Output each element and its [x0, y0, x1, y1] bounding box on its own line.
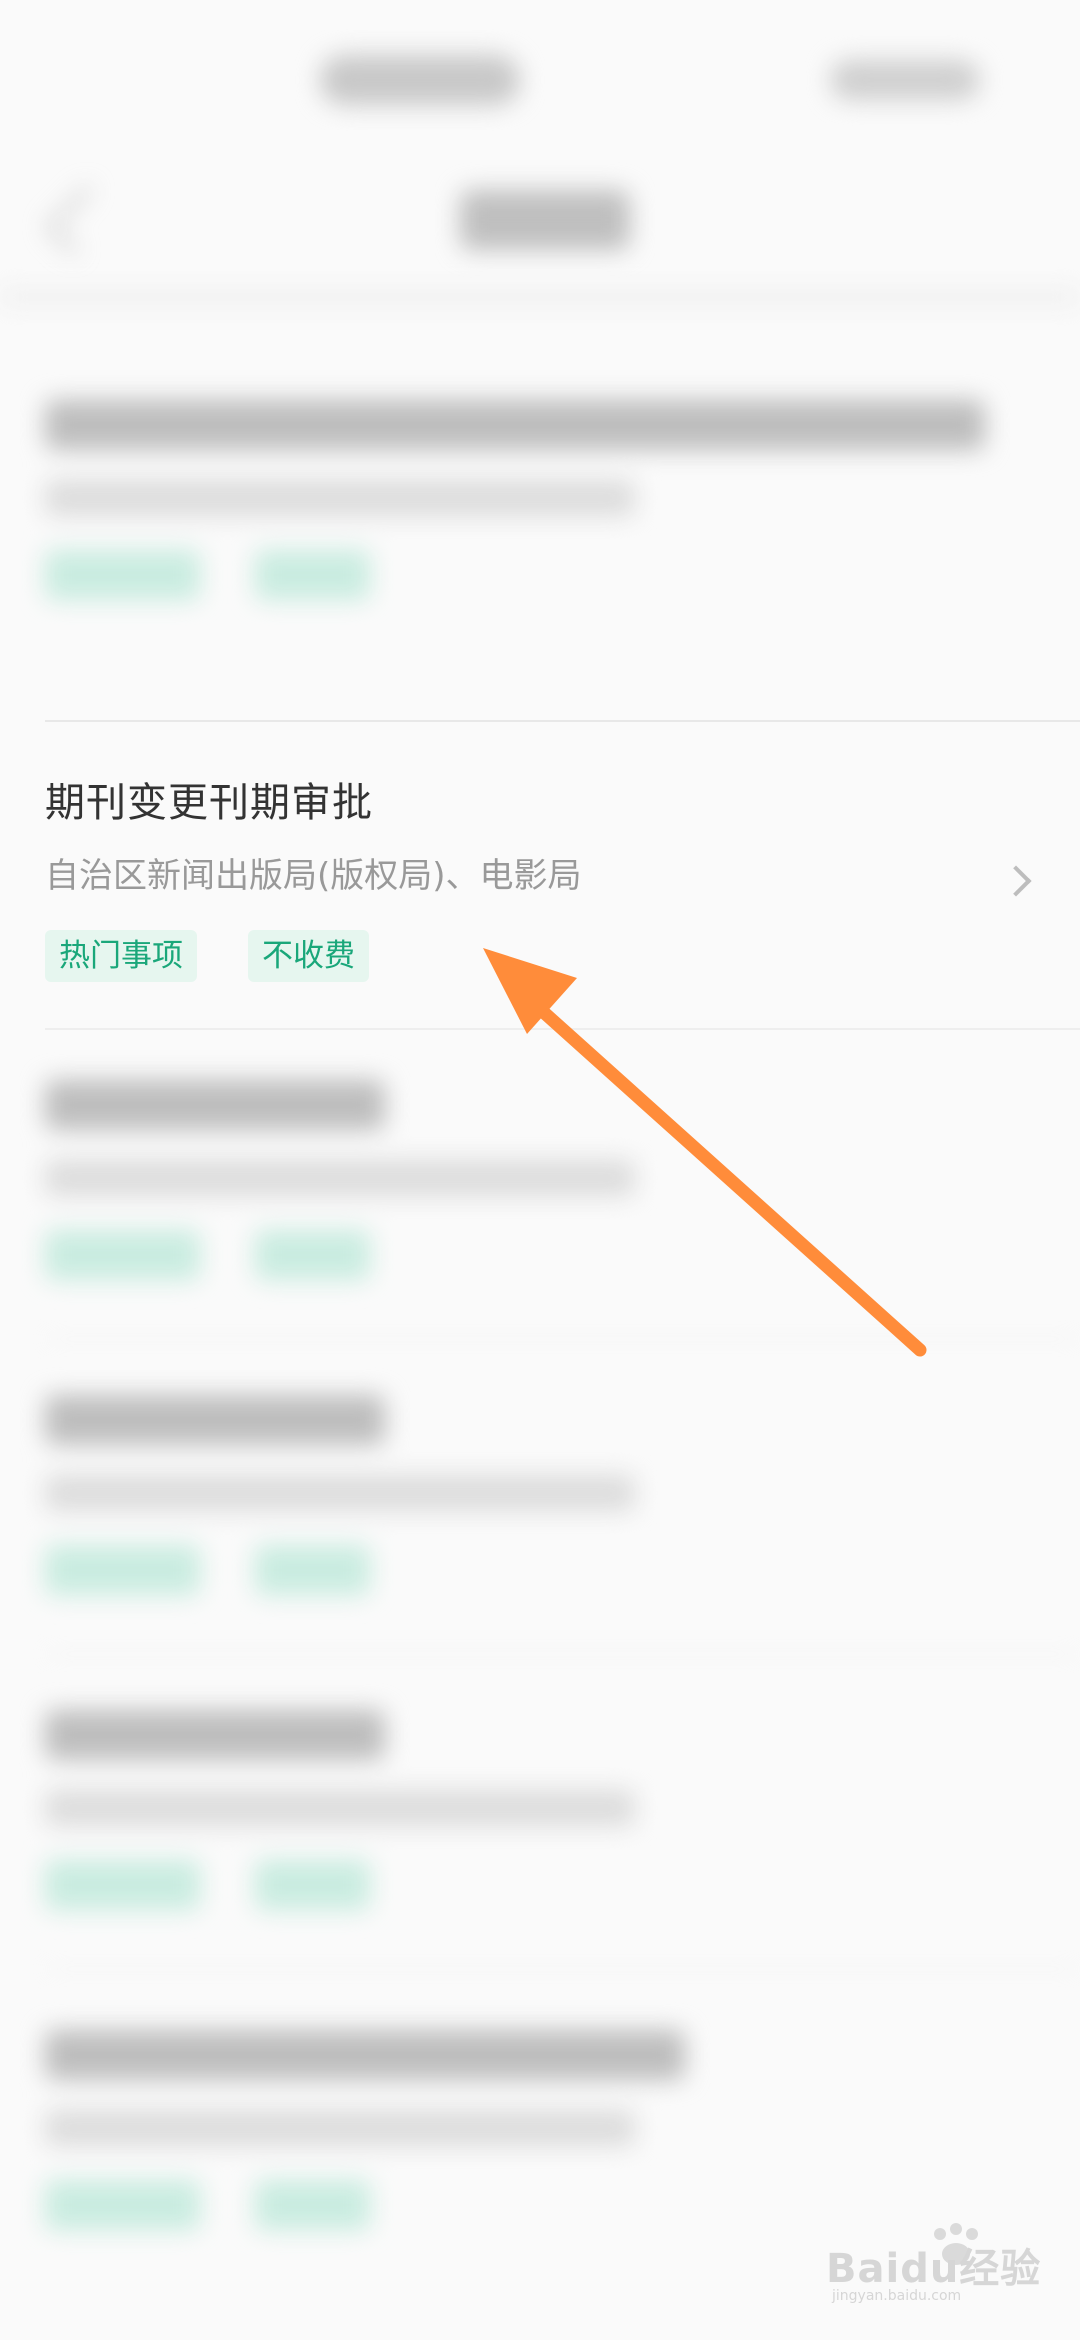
- divider: [45, 1338, 1080, 1340]
- list-item-title: [45, 400, 985, 450]
- divider: [45, 1653, 1080, 1655]
- list-item-focused[interactable]: 期刊变更刊期审批 自治区新闻出版局(版权局)、电影局 热门事项 不收费: [0, 720, 1080, 1030]
- page-title: [460, 190, 630, 250]
- nav-bar: [0, 150, 1080, 290]
- list-item-tag: [45, 1860, 200, 1910]
- list-item-title: [45, 1395, 385, 1445]
- list-item-tag: [45, 1545, 200, 1595]
- list-item-tag: [255, 2180, 370, 2230]
- list-item[interactable]: [0, 360, 1080, 660]
- item-title: 期刊变更刊期审批: [45, 780, 373, 826]
- watermark-brand: Baidu经验: [826, 2246, 1042, 2292]
- item-department: 自治区新闻出版局(版权局)、电影局: [45, 856, 582, 896]
- list-item-tag: [255, 1230, 370, 1280]
- list-item-subtitle: [45, 1160, 635, 1196]
- back-arrow-icon[interactable]: [44, 184, 116, 256]
- list-item-tag: [45, 2180, 200, 2230]
- status-bar-left: [320, 55, 520, 105]
- tag-hot-item: 热门事项: [45, 930, 197, 982]
- status-bar: [0, 0, 1080, 150]
- list-item[interactable]: [0, 1040, 1080, 1340]
- divider: [45, 1968, 1080, 1970]
- tag-free: 不收费: [248, 930, 369, 982]
- watermark-url: jingyan.baidu.com: [832, 2288, 962, 2304]
- list-item-subtitle: [45, 1790, 635, 1826]
- list-item-title: [45, 1080, 385, 1130]
- list-item-tag: [255, 1860, 370, 1910]
- list-item[interactable]: [0, 1670, 1080, 1970]
- list-item-title: [45, 2030, 685, 2080]
- list-item-tag: [255, 1545, 370, 1595]
- list-item-tag: [45, 550, 200, 600]
- list-item-title: [45, 1710, 385, 1760]
- list-item[interactable]: [0, 1355, 1080, 1655]
- list-item-tag: [45, 1230, 200, 1280]
- chevron-right-icon[interactable]: [1000, 865, 1032, 897]
- list-item-tag: [255, 550, 370, 600]
- nav-divider: [0, 290, 1080, 304]
- list-item-subtitle: [45, 1475, 635, 1511]
- list-item-subtitle: [45, 480, 635, 516]
- list-item-subtitle: [45, 2110, 635, 2146]
- watermark: Baidu经验 jingyan.baidu.com: [826, 2222, 1066, 2304]
- status-bar-right: [830, 60, 980, 100]
- divider: [45, 1028, 1080, 1030]
- screen: 期刊变更刊期审批 自治区新闻出版局(版权局)、电影局 热门事项 不收费 Baid…: [0, 0, 1080, 2340]
- divider: [45, 720, 1080, 722]
